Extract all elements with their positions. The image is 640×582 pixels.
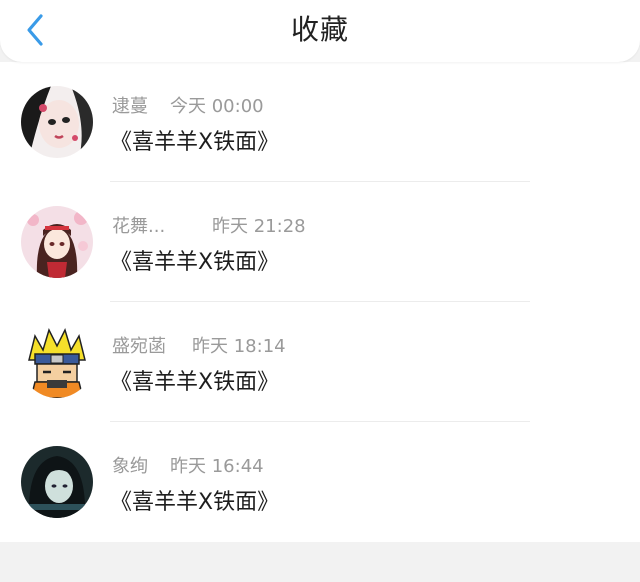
favorites-screen: 收藏 逮蔓 今天 00:00 《喜羊羊X铁面》 花舞... 昨天 21:28 《… xyxy=(0,0,640,582)
user-name[interactable]: 花舞... xyxy=(112,212,212,238)
list-item[interactable]: 花舞... 昨天 21:28 《喜羊羊X铁面》 xyxy=(0,182,640,302)
item-meta: 象绚 昨天 16:44 xyxy=(112,452,264,478)
avatar-dark-haired-girl-image xyxy=(21,446,93,518)
favorite-title: 《喜羊羊X铁面》 xyxy=(110,250,280,275)
favorite-title: 《喜羊羊X铁面》 xyxy=(110,490,280,515)
timestamp: 昨天 21:28 xyxy=(212,216,306,237)
bottom-background xyxy=(0,542,640,582)
timestamp: 昨天 16:44 xyxy=(170,456,264,477)
list-item[interactable]: 象绚 昨天 16:44 《喜羊羊X铁面》 xyxy=(0,422,640,542)
list-item[interactable]: 逮蔓 今天 00:00 《喜羊羊X铁面》 xyxy=(0,62,640,182)
avatar[interactable] xyxy=(21,326,93,398)
avatar[interactable] xyxy=(21,446,93,518)
avatar[interactable] xyxy=(21,86,93,158)
item-meta: 逮蔓 今天 00:00 xyxy=(112,92,264,118)
list-item[interactable]: 盛宛菡 昨天 18:14 《喜羊羊X铁面》 xyxy=(0,302,640,422)
favorite-title: 《喜羊羊X铁面》 xyxy=(110,130,280,155)
timestamp: 昨天 18:14 xyxy=(192,336,286,357)
user-name[interactable]: 盛宛菡 xyxy=(112,332,192,358)
header-bar: 收藏 xyxy=(0,0,640,62)
avatar-naruto-image xyxy=(21,326,93,398)
favorite-title: 《喜羊羊X铁面》 xyxy=(110,370,280,395)
item-meta: 盛宛菡 昨天 18:14 xyxy=(112,332,286,358)
user-name[interactable]: 象绚 xyxy=(112,452,170,478)
user-name[interactable]: 逮蔓 xyxy=(112,92,170,118)
timestamp: 今天 00:00 xyxy=(170,96,264,117)
item-meta: 花舞... 昨天 21:28 xyxy=(112,212,306,238)
favorites-list: 逮蔓 今天 00:00 《喜羊羊X铁面》 花舞... 昨天 21:28 《喜羊羊… xyxy=(0,62,640,542)
avatar-doll-girl-image xyxy=(21,86,93,158)
avatar-anime-girl-sakura-image xyxy=(21,206,93,278)
avatar[interactable] xyxy=(21,206,93,278)
page-title: 收藏 xyxy=(290,13,349,46)
